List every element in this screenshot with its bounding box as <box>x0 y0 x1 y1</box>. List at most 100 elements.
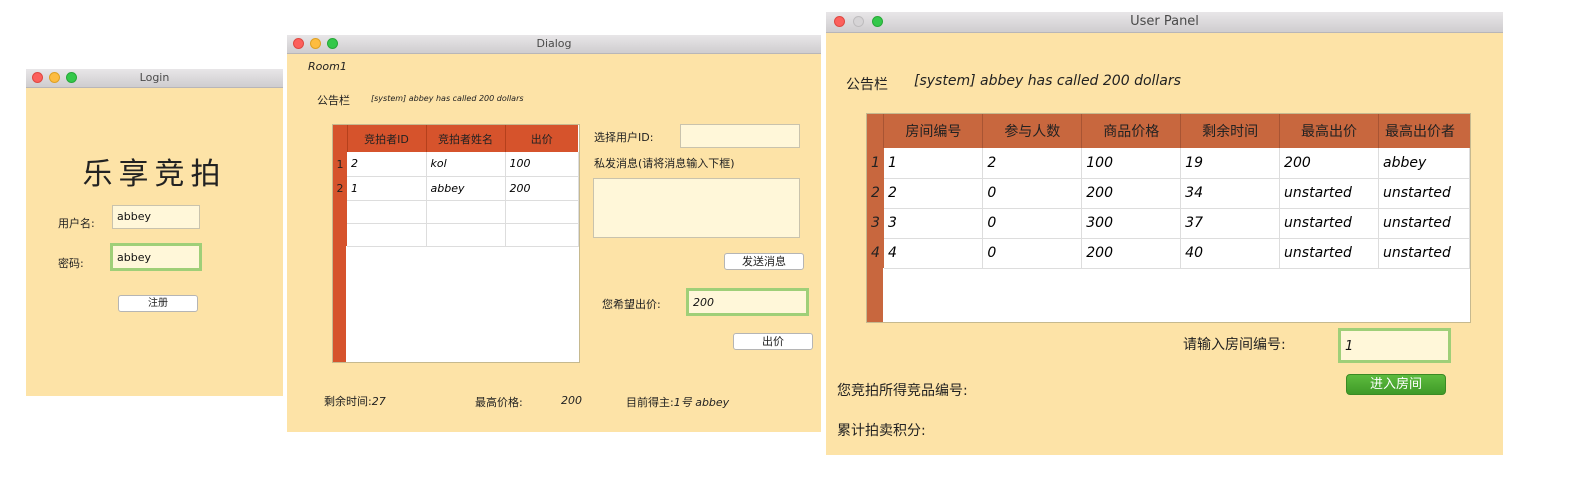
table-cell[interactable]: 200 <box>1081 178 1182 209</box>
zoom-icon[interactable] <box>327 38 338 49</box>
bid-button[interactable]: 出价 <box>733 333 813 350</box>
max-price-value: 200 <box>561 394 582 407</box>
bidder-table: 竞拍者ID 竞拍者姓名 出价 1 2 kol 100 2 1 abbey 200 <box>332 124 580 363</box>
room-number-input[interactable]: 1 <box>1338 328 1451 363</box>
room-input-label: 请输入房间编号: <box>1183 337 1286 353</box>
notice-label: 公告栏 <box>846 77 888 93</box>
table-cell[interactable]: 19 <box>1180 148 1281 179</box>
minimize-icon[interactable] <box>853 16 864 27</box>
column-header[interactable]: 最高出价 <box>1279 114 1379 148</box>
notice-text: [system] abbey has called 200 dollars <box>371 94 524 103</box>
table-cell[interactable]: abbey <box>426 176 506 201</box>
row-number: 1 <box>333 152 347 176</box>
column-header[interactable]: 房间编号 <box>883 114 984 148</box>
table-cell[interactable]: abbey <box>1378 148 1471 179</box>
register-button[interactable]: 注册 <box>118 295 198 312</box>
notice-label: 公告栏 <box>317 94 350 107</box>
window-title: User Panel <box>1130 14 1199 29</box>
close-icon[interactable] <box>32 72 43 83</box>
table-cell[interactable]: 3 <box>883 208 984 239</box>
table-cell[interactable]: unstarted <box>1378 178 1471 209</box>
max-price-label: 最高价格: <box>475 396 523 409</box>
user-panel-titlebar: User Panel <box>826 12 1503 33</box>
minimize-icon[interactable] <box>49 72 60 83</box>
corner-cell <box>867 114 885 148</box>
table-row[interactable]: 1 2 kol 100 <box>333 152 579 177</box>
corner-cell <box>333 125 348 152</box>
remaining-time-label: 剩余时间:27 <box>324 393 386 409</box>
table-cell[interactable]: 1 <box>883 148 984 179</box>
room-label: Room1 <box>308 60 347 73</box>
username-label: 用户名: <box>58 217 95 230</box>
current-owner-label: 目前得主:1号 abbey <box>626 394 729 410</box>
user-id-input[interactable] <box>680 124 800 148</box>
table-cell[interactable]: 2 <box>982 148 1083 179</box>
column-header[interactable]: 商品价格 <box>1081 114 1182 148</box>
table-cell[interactable]: 0 <box>982 238 1083 269</box>
table-cell[interactable]: unstarted <box>1378 208 1471 239</box>
column-header[interactable]: 出价 <box>505 125 578 152</box>
table-cell[interactable]: 1 <box>347 176 427 201</box>
window-title: Login <box>139 71 170 84</box>
remaining-time-caption: 剩余时间: <box>324 395 372 408</box>
enter-room-button[interactable]: 进入房间 <box>1346 374 1446 395</box>
table-cell[interactable]: 2 <box>883 178 984 209</box>
table-row[interactable]: 4 4 0 200 40 unstarted unstarted <box>867 238 1471 269</box>
table-cell[interactable]: 100 <box>1081 148 1182 179</box>
table-cell[interactable]: unstarted <box>1279 238 1379 269</box>
username-input[interactable]: abbey <box>112 205 200 229</box>
table-row[interactable] <box>333 223 579 247</box>
table-cell[interactable]: 0 <box>982 178 1083 209</box>
private-message-textarea[interactable] <box>593 178 800 238</box>
table-cell[interactable]: 37 <box>1180 208 1281 239</box>
current-owner-caption: 目前得主: <box>626 396 674 409</box>
table-row[interactable]: 2 2 0 200 34 unstarted unstarted <box>867 178 1471 209</box>
password-label: 密码: <box>58 257 84 270</box>
zoom-icon[interactable] <box>66 72 77 83</box>
select-user-label: 选择用户ID: <box>594 131 654 144</box>
close-icon[interactable] <box>834 16 845 27</box>
login-titlebar: Login <box>26 69 283 88</box>
table-row[interactable] <box>333 200 579 224</box>
send-message-button[interactable]: 发送消息 <box>724 253 804 270</box>
table-row[interactable]: 3 3 0 300 37 unstarted unstarted <box>867 208 1471 239</box>
table-cell[interactable]: unstarted <box>1279 208 1379 239</box>
minimize-icon[interactable] <box>310 38 321 49</box>
close-icon[interactable] <box>293 38 304 49</box>
row-number: 1 <box>867 148 884 178</box>
table-cell[interactable]: 200 <box>1279 148 1379 179</box>
won-items-label: 您竞拍所得竞品编号: <box>837 383 968 399</box>
column-header[interactable]: 参与人数 <box>982 114 1083 148</box>
table-cell[interactable]: 200 <box>1081 238 1182 269</box>
column-header[interactable]: 最高出价者 <box>1378 114 1470 148</box>
column-header[interactable]: 竞拍者ID <box>347 125 427 152</box>
column-header[interactable]: 剩余时间 <box>1180 114 1281 148</box>
table-cell[interactable]: kol <box>426 152 506 177</box>
column-header[interactable]: 竞拍者姓名 <box>426 125 506 152</box>
password-input[interactable]: abbey <box>110 243 202 271</box>
table-cell[interactable]: 34 <box>1180 178 1281 209</box>
dialog-titlebar: Dialog <box>287 35 821 54</box>
table-row[interactable]: 1 1 2 100 19 200 abbey <box>867 148 1471 179</box>
table-cell[interactable]: unstarted <box>1378 238 1471 269</box>
rooms-table: 房间编号 参与人数 商品价格 剩余时间 最高出价 最高出价者 1 1 2 100… <box>866 113 1471 323</box>
row-number: 2 <box>867 178 884 208</box>
bid-input[interactable]: 200 <box>686 288 809 316</box>
table-row[interactable]: 2 1 abbey 200 <box>333 176 579 201</box>
score-label: 累计拍卖积分: <box>837 423 926 439</box>
row-number: 4 <box>867 238 884 268</box>
table-cell[interactable]: 300 <box>1081 208 1182 239</box>
current-owner-value: 1号 abbey <box>673 396 730 409</box>
table-cell[interactable]: 40 <box>1180 238 1281 269</box>
table-cell[interactable]: 2 <box>347 152 427 177</box>
table-cell[interactable]: 100 <box>505 152 579 177</box>
user-panel-window: User Panel 公告栏 [system] abbey has called… <box>826 12 1503 455</box>
table-cell[interactable]: unstarted <box>1279 178 1379 209</box>
private-message-label: 私发消息(请将消息输入下框) <box>594 157 735 170</box>
notice-text: [system] abbey has called 200 dollars <box>914 73 1181 89</box>
table-cell[interactable]: 200 <box>505 176 579 201</box>
table-cell[interactable]: 4 <box>883 238 984 269</box>
table-cell[interactable]: 0 <box>982 208 1083 239</box>
window-title: Dialog <box>536 37 572 50</box>
zoom-icon[interactable] <box>872 16 883 27</box>
